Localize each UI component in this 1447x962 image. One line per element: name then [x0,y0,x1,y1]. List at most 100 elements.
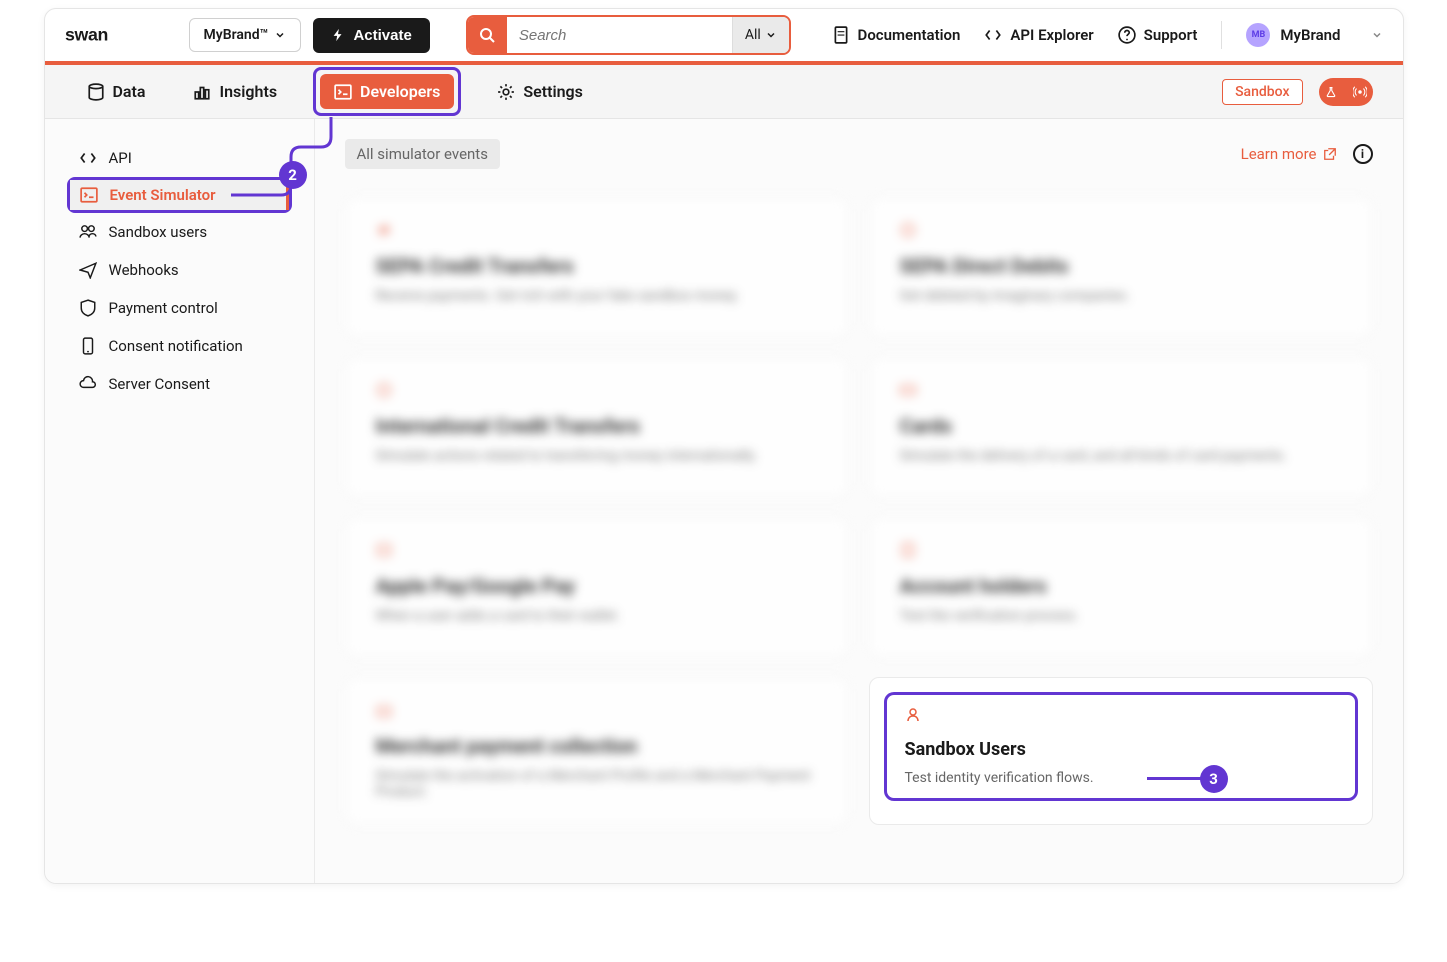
tab-data-label: Data [113,82,146,101]
sidebar-item-api[interactable]: API [45,139,314,177]
card-title: Merchant payment collection [376,734,818,758]
sidebar-item-webhooks[interactable]: Webhooks [45,251,314,289]
building-icon [900,542,916,558]
bolt-icon [331,28,345,42]
info-icon[interactable]: i [1353,144,1373,164]
tab-developers-highlight: Developers [313,67,461,116]
sidebar-item-label: Server Consent [109,375,211,393]
activate-button[interactable]: Activate [313,18,429,53]
card-desc: When a user adds a card to their wallet. [376,608,818,624]
environment-toggle[interactable] [1319,78,1373,106]
page-title-chip: All simulator events [345,139,500,169]
svg-text:swan: swan [65,24,108,44]
search-filter-label: All [745,27,761,43]
card-merchant-payment[interactable]: Merchant payment collection Simulate the… [345,677,849,825]
profile-name: MyBrand [1280,26,1340,44]
support-link[interactable]: Support [1118,26,1198,44]
external-link-icon [1323,147,1337,161]
send-icon [79,261,97,279]
card-title: SEPA Direct Debits [900,254,1342,278]
card-title: SEPA Credit Transfers [376,254,818,278]
card-sepa-direct-debits[interactable]: SEPA Direct Debits Get debited by imagin… [869,197,1373,337]
flask-icon [1325,86,1337,98]
documentation-link[interactable]: Documentation [832,26,961,44]
app-header: swan MyBrand™ Activate All Do [45,9,1403,65]
terminal-icon [80,186,98,204]
tab-insights[interactable]: Insights [181,76,289,107]
main-content: All simulator events Learn more i SEPA C… [315,119,1403,883]
sidebar-item-label: API [109,149,132,167]
documentation-label: Documentation [858,26,961,44]
search-filter[interactable]: All [732,17,789,53]
database-icon [87,83,105,101]
tabs-bar: Data Insights Developers Settings Sandbo… [45,65,1403,119]
card-account-holders[interactable]: Account holders Test the verification pr… [869,517,1373,657]
logo: swan [65,24,147,46]
api-explorer-label: API Explorer [1010,26,1093,44]
step-badge-2: 2 [279,161,307,189]
sidebar-item-consent-notification[interactable]: Consent notification [45,327,314,365]
profile-menu[interactable]: MB MyBrand [1246,23,1382,47]
card-title: Apple Pay/Google Pay [376,574,818,598]
sidebar-item-event-simulator[interactable]: Event Simulator [70,180,289,210]
shop-icon [376,702,392,718]
file-icon [832,26,850,44]
credit-card-icon [900,382,916,398]
step-badge-3: 3 [1200,765,1228,793]
card-title: Account holders [900,574,1342,598]
card-title: Sandbox Users [905,739,1337,760]
card-grid: SEPA Credit Transfers Receive payments. … [345,197,1373,825]
users-icon [79,223,97,241]
code-icon [79,149,97,167]
sidebar-item-server-consent[interactable]: Server Consent [45,365,314,403]
gear-icon [497,83,515,101]
search-bar: All [466,15,791,55]
brand-selector[interactable]: MyBrand™ [189,18,302,52]
card-international-transfers[interactable]: International Credit Transfers Simulate … [345,357,849,497]
tab-settings-label: Settings [523,82,583,101]
learn-more-link[interactable]: Learn more [1241,145,1337,163]
tabs-right: Sandbox [1222,78,1372,106]
card-cards[interactable]: Cards Simulate the delivery of a card, a… [869,357,1373,497]
avatar: MB [1246,23,1270,47]
cloud-icon [79,375,97,393]
card-sandbox-users-outer: Sandbox Users Test identity verification… [869,677,1373,825]
code-icon [984,26,1002,44]
card-desc: Test identity verification flows. [905,770,1337,786]
content-header: All simulator events Learn more i [345,139,1373,169]
transfer-icon [376,222,392,238]
sidebar-item-label: Event Simulator [110,186,216,204]
api-explorer-link[interactable]: API Explorer [984,26,1093,44]
sidebar-item-label: Webhooks [109,261,179,279]
tab-insights-label: Insights [219,82,277,101]
card-desc: Receive payments. Get rich with your fak… [376,288,818,304]
divider [1221,21,1222,49]
search-input[interactable] [507,17,732,53]
terminal-icon [334,83,352,101]
tab-settings[interactable]: Settings [485,76,595,107]
globe-icon [376,382,392,398]
sidebar-item-label: Sandbox users [109,223,208,241]
chevron-down-icon [1371,29,1383,41]
chart-icon [193,83,211,101]
phone-icon [79,337,97,355]
sidebar-item-sandbox-users[interactable]: Sandbox users [45,213,314,251]
sandbox-badge[interactable]: Sandbox [1222,79,1302,105]
chevron-down-icon [765,29,777,41]
learn-more-label: Learn more [1241,145,1317,163]
broadcast-icon [1353,85,1367,99]
tab-developers[interactable]: Developers [320,74,454,109]
shield-icon [79,299,97,317]
card-title: International Credit Transfers [376,414,818,438]
card-desc: Test the verification process. [900,608,1342,624]
card-apple-google-pay[interactable]: Apple Pay/Google Pay When a user adds a … [345,517,849,657]
card-sandbox-users[interactable]: Sandbox Users Test identity verification… [887,695,1355,798]
card-sepa-credit-transfers[interactable]: SEPA Credit Transfers Receive payments. … [345,197,849,337]
tab-data[interactable]: Data [75,76,158,107]
sidebar-item-label: Consent notification [109,337,243,355]
search-button[interactable] [468,17,507,53]
header-right: Documentation API Explorer Support MB My… [832,21,1383,49]
activate-label: Activate [353,27,411,44]
sidebar-item-payment-control[interactable]: Payment control [45,289,314,327]
support-label: Support [1144,26,1198,44]
